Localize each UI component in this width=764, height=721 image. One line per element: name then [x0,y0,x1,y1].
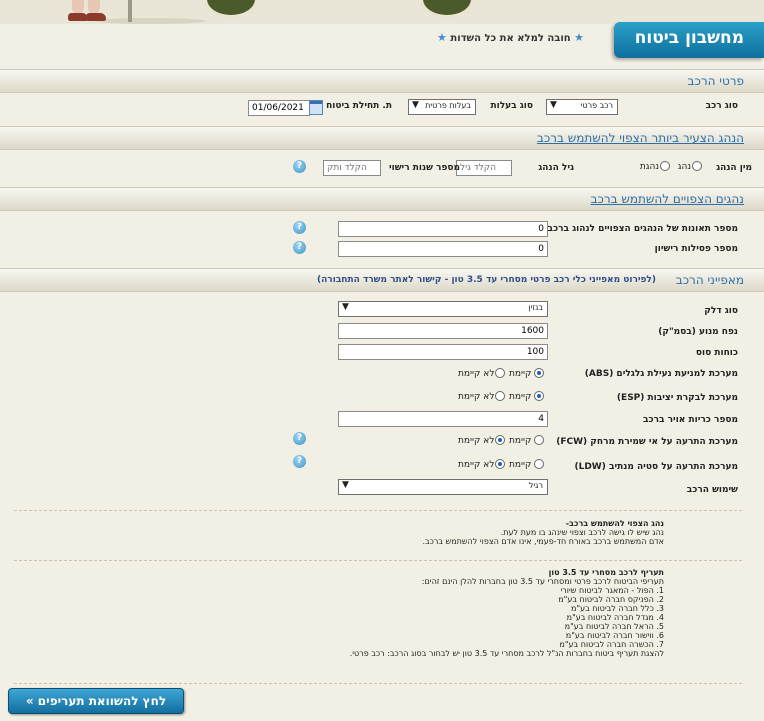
help-icon[interactable]: ? [293,241,306,254]
banner-illustration [60,0,206,24]
license-years-input[interactable] [323,160,381,176]
star-icon: ★ [437,31,447,44]
driver-age-label: גיל הנהג [538,163,574,173]
chevron-down-icon: ▼ [550,100,557,110]
usage-label: שימוש הרכב [686,485,738,495]
start-date-input[interactable] [248,100,310,116]
divider [14,510,742,511]
gender-female-label: נהגת [639,162,659,172]
esp-label: מערכת לבקרת יציבות (ESP) [616,393,738,403]
engine-volume-input[interactable] [338,323,548,339]
banner-wheel-decoration [420,0,474,18]
gender-male-radio[interactable] [692,161,702,171]
list-item: 6. ווישור חברה לביטוח בע"מ [565,631,664,640]
ldw-label: מערכת התרעה על סטיה מנתיב (LDW) [574,462,738,472]
license-years-label: מספר שנות רישוי [388,163,460,173]
divider [14,560,742,561]
fuel-type-label: סוג דלק [704,306,738,316]
license-revocations-label: מספר פסילות רישיון [654,244,738,254]
gender-female-radio[interactable] [660,161,670,171]
license-revocations-input[interactable] [338,241,548,257]
driver-gender-label: מין הנהג [716,163,752,173]
vehicle-type-label: סוג רכב [705,101,738,111]
required-fields-note: ★ חובה למלא את כל השדות ★ [437,31,584,44]
list-item: 3. כלל חברה לביטוח בע"מ [570,604,664,613]
ldw-exists-radio[interactable] [534,459,544,469]
section-title-link[interactable]: הנהג הצעיר ביותר הצפוי להשתמש ברכב [537,131,744,145]
ldw-not-exists-radio[interactable] [495,459,505,469]
list-item: 4. מגדל חברה לביטוח בע"מ [566,613,664,622]
airbags-label: מספר כריות אויר ברכב [643,415,738,425]
vehicle-type-select[interactable]: רכב פרטי ▼ [546,99,618,115]
chevron-down-icon: ▼ [412,100,419,110]
ownership-select[interactable]: בעלות פרטית ▼ [408,99,476,115]
esp-exists-label: קיימת [509,392,532,402]
abs-not-exists-radio[interactable] [495,368,505,378]
divider [14,683,742,684]
gender-male-label: נהג [677,162,691,172]
start-date-label: ת. תחילת ביטוח [326,101,392,111]
calculator-title-tab: מחשבון ביטוח [614,22,764,58]
ownership-label: סוג בעלות [490,101,533,111]
abs-exists-label: קיימת [509,369,532,379]
horsepower-input[interactable] [338,344,548,360]
chevron-down-icon: ▼ [342,480,349,490]
fcw-exists-label: קיימת [509,436,532,446]
section-title: פרטי הרכב [687,74,744,88]
list-item: 7. הכשרה חברה לביטוח בע"מ [559,640,664,649]
help-icon[interactable]: ? [293,432,306,445]
usage-select[interactable]: רגיל ▼ [338,479,548,495]
banner-wheel-decoration [204,0,258,18]
transport-ministry-link[interactable]: (לפירוט מאפייני כלי רכב פרטי מסחרי עד 3.… [317,275,656,285]
section-youngest-driver: הנהג הצעיר ביותר הצפוי להשתמש ברכב [0,126,764,150]
abs-label: מערכת למניעת נעילת גלגלים (ABS) [584,369,738,379]
top-banner [0,0,764,24]
commercial-tariff-info: תעריף לרכב מסחרי עד 3.5 טון תעריפי הביטו… [349,568,664,658]
airbags-input[interactable] [338,411,548,427]
page-title: מחשבון ביטוח [634,28,744,48]
star-icon: ★ [574,31,584,44]
list-item: 5. הראל חברה לביטוח בע"מ [564,622,664,631]
section-vehicle-features: מאפייני הרכב (לפירוט מאפייני כלי רכב פרט… [0,268,764,292]
abs-not-exists-label: לא קיימת [458,369,495,379]
chevron-down-icon: ▼ [342,302,349,312]
help-icon[interactable]: ? [293,160,306,173]
engine-volume-label: נפח מנוע (בסמ"ק) [658,327,738,337]
driver-age-input[interactable] [456,160,512,176]
help-icon[interactable]: ? [293,455,306,468]
fuel-type-select[interactable]: בנזין ▼ [338,301,548,317]
fcw-label: מערכת התרעה על אי שמירת מרחק (FCW) [556,437,738,447]
list-item: 2. הפניקס חברה לביטוח בע"מ [558,595,664,604]
fcw-not-exists-label: לא קיימת [458,436,495,446]
help-icon[interactable]: ? [293,221,306,234]
section-vehicle-details: פרטי הרכב [0,69,764,93]
expected-driver-explanation: נהג הצפוי להשתמש ברכב- נהג שיש לו גישה ל… [422,519,664,546]
ldw-exists-label: קיימת [509,460,532,470]
accidents-input[interactable] [338,221,548,237]
calendar-icon[interactable] [309,100,323,115]
horsepower-label: כוחות סוס [695,348,738,358]
list-item: 1. הפול - המאגר לביטוח שיורי [560,586,664,595]
compare-tariffs-button[interactable]: לחץ להשוואת תעריפים » [8,688,184,714]
esp-not-exists-label: לא קיימת [458,392,495,402]
fcw-exists-radio[interactable] [534,435,544,445]
esp-exists-radio[interactable] [534,391,544,401]
section-title: מאפייני הרכב [675,273,744,287]
esp-not-exists-radio[interactable] [495,391,505,401]
section-expected-drivers: נהגים הצפויים להשתמש ברכב [0,187,764,211]
fcw-not-exists-radio[interactable] [495,435,505,445]
section-title-link[interactable]: נהגים הצפויים להשתמש ברכב [591,192,744,206]
insurance-calculator-page: מחשבון ביטוח ★ חובה למלא את כל השדות ★ פ… [0,0,764,721]
accidents-label: מספר תאונות של הנהגים הצפויים לנהוג ברכב [547,224,738,234]
abs-exists-radio[interactable] [534,368,544,378]
ldw-not-exists-label: לא קיימת [458,460,495,470]
